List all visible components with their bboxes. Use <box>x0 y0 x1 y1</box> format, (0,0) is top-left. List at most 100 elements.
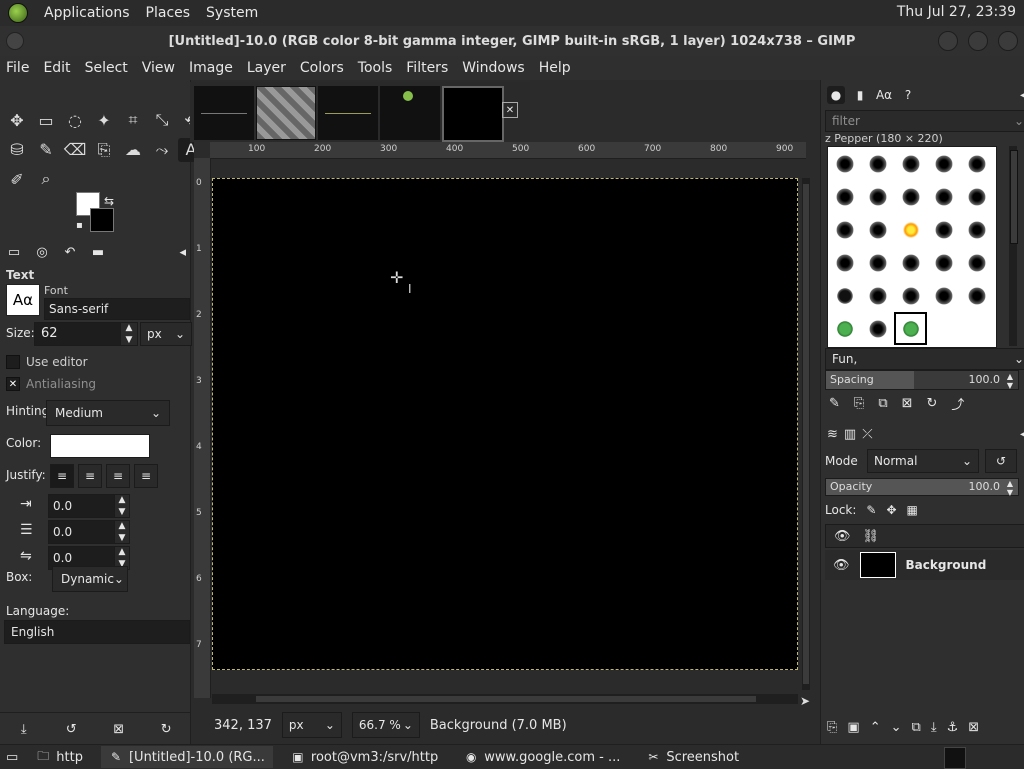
new-brush-icon[interactable]: ⎘ <box>854 396 864 411</box>
font-preview[interactable]: Aα <box>6 284 40 316</box>
brush-item[interactable] <box>927 279 960 312</box>
menu-image[interactable]: Image <box>189 60 233 76</box>
line-spacing-down-icon[interactable]: ▼ <box>119 533 126 543</box>
task-browser[interactable]: ◉ www.google.com - ... <box>456 746 628 768</box>
spacing-stepper[interactable]: ▲ ▼ <box>1004 372 1016 390</box>
panel-menu-icon[interactable]: ◂ <box>1020 429 1024 440</box>
size-increase-icon[interactable]: ▲ <box>126 323 133 333</box>
new-layer-group-icon[interactable]: ▣ <box>847 720 859 735</box>
duplicate-brush-icon[interactable]: ⧉ <box>878 396 887 411</box>
menu-colors[interactable]: Colors <box>300 60 344 76</box>
line-spacing-stepper[interactable]: ▲ ▼ <box>114 520 130 544</box>
brush-item[interactable] <box>894 279 927 312</box>
font-field[interactable]: Sans-serif <box>44 298 190 320</box>
box-select[interactable]: Dynamic ⌄ <box>52 566 128 592</box>
mode-options-button[interactable]: ↺ <box>985 449 1017 473</box>
brush-item[interactable] <box>927 213 960 246</box>
tool-options-tab-icon[interactable]: ▭ <box>4 242 24 262</box>
antialiasing-checkbox[interactable]: ✕ <box>6 377 20 391</box>
brush-item[interactable] <box>861 246 894 279</box>
new-layer-icon[interactable]: ⎘ <box>827 720 837 735</box>
brush-item[interactable] <box>828 147 861 180</box>
panel-menu-icon[interactable]: ◂ <box>1020 90 1024 101</box>
vertical-scroll-thumb[interactable] <box>803 184 809 684</box>
justify-left-icon[interactable]: ≡ <box>50 464 74 488</box>
brush-item[interactable] <box>828 279 861 312</box>
task-screenshot[interactable]: ✂ Screenshot <box>638 746 747 768</box>
opacity-up-icon[interactable]: ▲ <box>1007 479 1013 488</box>
brush-item[interactable] <box>828 180 861 213</box>
justify-right-icon[interactable]: ≡ <box>78 464 102 488</box>
spacing-up-icon[interactable]: ▲ <box>1007 372 1013 381</box>
transform-tool-icon[interactable]: ⤡ <box>149 108 175 132</box>
size-unit-select[interactable]: px ⌄ <box>140 322 192 346</box>
vertical-scrollbar[interactable] <box>802 178 810 690</box>
letter-spacing-up-icon[interactable]: ▲ <box>119 547 126 557</box>
menu-system[interactable]: System <box>206 5 258 21</box>
close-image-tab-icon[interactable]: ✕ <box>502 102 518 118</box>
brush-item[interactable] <box>828 312 861 345</box>
raise-layer-icon[interactable]: ⌃ <box>870 720 881 735</box>
brush-item[interactable] <box>861 213 894 246</box>
swap-colors-icon[interactable]: ⇆ <box>104 194 114 208</box>
panel-menu-icon[interactable]: ◂ <box>179 245 186 260</box>
open-brush-folder-icon[interactable]: ⤴ <box>951 394 964 413</box>
background-color[interactable] <box>90 208 114 232</box>
patterns-tab-icon[interactable]: ▮ <box>851 86 869 104</box>
image-canvas[interactable]: ✛ I <box>212 178 798 670</box>
brush-item[interactable] <box>927 246 960 279</box>
spacing-slider[interactable]: Spacing 100.0 ▲ ▼ <box>825 370 1019 390</box>
show-desktop-icon[interactable]: ▭ <box>6 750 18 765</box>
brush-item[interactable] <box>894 147 927 180</box>
zoom-tool-icon[interactable]: ⌕ <box>33 167 59 191</box>
brush-item[interactable] <box>828 213 861 246</box>
opacity-slider[interactable]: Opacity 100.0 ▲ ▼ <box>825 478 1019 497</box>
merge-layer-icon[interactable]: ⤓ <box>931 720 937 735</box>
task-gimp[interactable]: ✎ [Untitled]-10.0 (RG... <box>100 746 273 768</box>
indent-up-icon[interactable]: ▲ <box>119 495 126 505</box>
brush-item[interactable] <box>861 312 894 345</box>
brush-item[interactable] <box>828 246 861 279</box>
brush-item[interactable] <box>894 246 927 279</box>
clock[interactable]: Thu Jul 27, 23:39 <box>897 4 1016 20</box>
eraser-tool-icon[interactable]: ⌫ <box>62 138 88 162</box>
bucket-tool-icon[interactable]: ⛁ <box>4 138 30 162</box>
chain-column-icon[interactable]: ⛓ <box>863 529 880 544</box>
menu-file[interactable]: File <box>6 60 29 76</box>
restore-options-icon[interactable]: ↺ <box>61 719 81 739</box>
move-tool-icon[interactable]: ✥ <box>4 108 30 132</box>
lasso-tool-icon[interactable]: ◌ <box>62 108 88 132</box>
menu-layer[interactable]: Layer <box>247 60 286 76</box>
size-input[interactable]: 62 <box>34 322 126 346</box>
menu-windows[interactable]: Windows <box>462 60 525 76</box>
indent-stepper[interactable]: ▲ ▼ <box>114 494 130 518</box>
image-thumb-1[interactable] <box>194 86 254 140</box>
menu-filters[interactable]: Filters <box>406 60 448 76</box>
fg-bg-colors[interactable]: ⇆ ▪ <box>76 192 116 234</box>
line-spacing-up-icon[interactable]: ▲ <box>119 521 126 531</box>
justify-center-icon[interactable]: ≡ <box>106 464 130 488</box>
spacing-down-icon[interactable]: ▼ <box>1007 381 1013 390</box>
device-status-tab-icon[interactable]: ◎ <box>32 242 52 262</box>
brush-item[interactable] <box>927 180 960 213</box>
color-picker-tool-icon[interactable]: ✐ <box>4 167 30 191</box>
save-options-icon[interactable]: ⤓ <box>14 719 34 739</box>
brush-item[interactable] <box>960 147 993 180</box>
image-thumb-4[interactable] <box>380 86 440 140</box>
lower-layer-icon[interactable]: ⌄ <box>891 720 902 735</box>
brush-item[interactable] <box>960 279 993 312</box>
lock-pixels-icon[interactable]: ✎ <box>866 503 876 517</box>
brush-scroll-thumb[interactable] <box>1010 150 1018 244</box>
rect-select-tool-icon[interactable]: ▭ <box>33 108 59 132</box>
size-stepper[interactable]: ▲ ▼ <box>120 322 138 346</box>
lock-alpha-icon[interactable]: ▦ <box>907 503 918 517</box>
opacity-stepper[interactable]: ▲ ▼ <box>1004 479 1016 497</box>
brush-item-selected[interactable] <box>894 312 927 345</box>
menu-applications[interactable]: Applications <box>44 5 130 21</box>
language-field[interactable]: English <box>4 620 190 644</box>
paths-tab-icon[interactable]: ⤫ <box>862 427 872 442</box>
edit-brush-icon[interactable]: ✎ <box>829 396 840 411</box>
menu-select[interactable]: Select <box>85 60 128 76</box>
window-menu-icon[interactable] <box>6 32 24 50</box>
menu-tools[interactable]: Tools <box>358 60 393 76</box>
